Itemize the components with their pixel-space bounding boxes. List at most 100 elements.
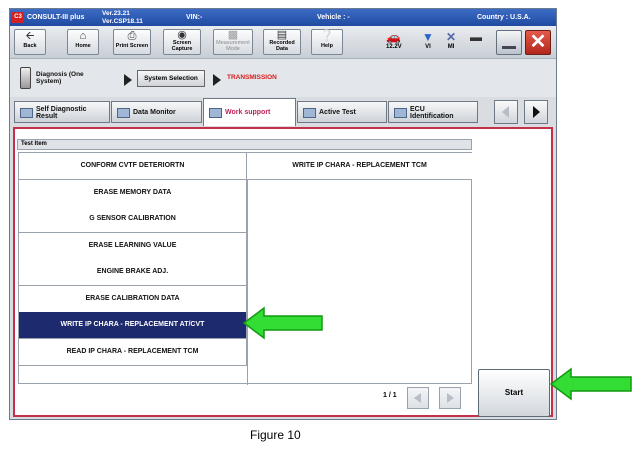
recorded-label-2: Data: [276, 46, 288, 52]
minimize-button[interactable]: [496, 30, 522, 55]
signal-icon: ▼: [422, 30, 434, 44]
tab-self-diagnostic-line-2: Result: [36, 113, 58, 120]
tab-active-test[interactable]: Active Test: [297, 101, 387, 123]
recorded-data-button[interactable]: ▤ Recorded Data: [263, 29, 301, 55]
version-line-1: Ver.23.21: [102, 10, 130, 17]
back-arrow-icon: 🡨: [25, 30, 35, 42]
active-test-icon: [303, 108, 316, 118]
screen-capture-label-2: Capture: [171, 46, 193, 52]
chevron-left-icon: [414, 393, 421, 403]
tab-bar: Self Diagnostic Result Data Monitor Work…: [10, 97, 556, 127]
tab-self-diagnostic-result[interactable]: Self Diagnostic Result: [14, 101, 110, 123]
close-button[interactable]: ✕: [525, 30, 551, 55]
test-item-right-column: WRITE IP CHARA - REPLACEMENT TCM: [247, 153, 472, 385]
start-button[interactable]: Start: [478, 369, 550, 417]
breadcrumb-diagnosis[interactable]: Diagnosis (One System): [36, 71, 84, 85]
breadcrumb-diagnosis-line-2: System): [36, 78, 62, 85]
tab-data-monitor[interactable]: Data Monitor: [111, 101, 202, 123]
tab-work-support-label: Work support: [225, 109, 271, 116]
callout-arrow-icon: [549, 367, 632, 401]
device-status: ▬: [470, 30, 482, 44]
help-button[interactable]: ❔ Help: [311, 29, 343, 55]
test-item-row[interactable]: ERASE CALIBRATION DATA: [19, 285, 247, 313]
mi-disconnected-icon: ✕: [446, 30, 457, 44]
tab-ecu-identification-label: ECU Identification: [410, 106, 454, 120]
tab-self-diagnostic-line-1: Self Diagnostic: [36, 106, 87, 113]
vi-status: ▼ VI: [422, 30, 434, 50]
close-icon: ✕: [529, 31, 547, 53]
recorded-data-icon: ▤: [276, 29, 288, 41]
breadcrumb-arrow-icon: [213, 74, 221, 86]
screen-capture-button[interactable]: ◉ Screen Capture: [163, 29, 201, 55]
vin-label: VIN:-: [186, 14, 203, 21]
print-screen-label: Print Screen: [115, 43, 149, 49]
camera-icon: ◉: [177, 29, 187, 41]
tab-ecu-identification-line-1: ECU: [410, 106, 425, 113]
battery-status: 🚗 12.2V: [386, 30, 402, 50]
breadcrumb-current: TRANSMISSION: [227, 74, 277, 81]
chevron-left-icon: [502, 106, 509, 118]
test-item-grid: CONFORM CVTF DETERIORTN ERASE MEMORY DATA…: [18, 152, 472, 385]
chevron-right-icon: [447, 393, 454, 403]
work-support-panel: Test Item CONFORM CVTF DETERIORTN ERASE M…: [13, 127, 553, 417]
test-item-row[interactable]: ENGINE BRAKE ADJ.: [19, 259, 247, 286]
data-monitor-icon: [117, 108, 130, 118]
column-divider: [247, 179, 248, 385]
back-button[interactable]: 🡨 Back: [14, 29, 46, 55]
callout-arrow-icon: [242, 306, 323, 340]
consult-window: C3 CONSULT-III plus Ver.23.21 Ver.CSP18.…: [9, 8, 557, 420]
measurement-icon: ▩: [227, 29, 239, 41]
test-item-row[interactable]: READ IP CHARA - REPLACEMENT TCM: [19, 338, 247, 366]
tab-data-monitor-label: Data Monitor: [133, 109, 176, 116]
tab-self-diagnostic-label: Self Diagnostic Result: [36, 106, 87, 120]
help-label: Help: [321, 43, 333, 49]
test-item-row[interactable]: WRITE IP CHARA - REPLACEMENT TCM: [247, 153, 472, 180]
test-item-row[interactable]: CONFORM CVTF DETERIORTN: [19, 153, 247, 180]
app-name: CONSULT-III plus: [27, 14, 85, 21]
ecu-identification-icon: [394, 108, 407, 118]
tab-scroll-left-button[interactable]: [494, 100, 518, 124]
vi-device-icon: [20, 67, 31, 89]
mi-label: MI: [447, 44, 455, 50]
test-item-row[interactable]: G SENSOR CALIBRATION: [19, 206, 247, 233]
country-label: Country : U.S.A.: [477, 14, 531, 21]
chevron-right-icon: [533, 106, 540, 118]
car-icon: 🚗: [386, 30, 402, 44]
tab-scroll-right-button[interactable]: [524, 100, 548, 124]
minimize-icon: [502, 46, 516, 49]
device-icon: ▬: [470, 30, 482, 44]
mi-status: ✕ MI: [446, 30, 456, 50]
figure-caption: Figure 10: [250, 428, 301, 442]
title-bar: C3 CONSULT-III plus Ver.23.21 Ver.CSP18.…: [10, 9, 556, 26]
test-item-row[interactable]: ERASE LEARNING VALUE: [19, 232, 247, 260]
work-support-icon: [209, 108, 222, 118]
test-item-header: Test Item: [17, 139, 472, 150]
tab-work-support[interactable]: Work support: [203, 98, 296, 126]
voltage-label: 12.2V: [386, 44, 402, 50]
test-item-row[interactable]: ERASE MEMORY DATA: [19, 179, 247, 207]
home-icon: ⌂: [79, 30, 87, 42]
tab-ecu-identification-line-2: Identification: [410, 113, 454, 120]
printer-icon: ⎙: [127, 30, 137, 42]
vehicle-label: Vehicle : -: [317, 14, 350, 21]
breadcrumb: Diagnosis (One System) System Selection …: [10, 58, 556, 97]
toolbar: 🡨 Back ⌂ Home ⎙ Print Screen ◉ Screen Ca…: [10, 26, 556, 58]
breadcrumb-arrow-icon: [124, 74, 132, 86]
test-item-row[interactable]: WRITE IP CHARA - REPLACEMENT AT/CVT: [19, 312, 247, 339]
measurement-mode-button[interactable]: ▩ Measurement Mode: [213, 29, 253, 55]
back-label: Back: [23, 43, 37, 49]
page-next-button[interactable]: [439, 387, 461, 409]
page-indicator: 1 / 1: [383, 392, 397, 399]
home-button[interactable]: ⌂ Home: [67, 29, 99, 55]
self-diagnostic-icon: [20, 108, 33, 118]
version-info: Ver.23.21 Ver.CSP18.11: [102, 10, 143, 25]
help-icon: ❔: [320, 30, 334, 42]
page-prev-button[interactable]: [407, 387, 429, 409]
breadcrumb-diagnosis-line-1: Diagnosis (One: [36, 71, 84, 78]
print-screen-button[interactable]: ⎙ Print Screen: [113, 29, 151, 55]
tab-ecu-identification[interactable]: ECU Identification: [388, 101, 478, 123]
vi-label: VI: [425, 44, 431, 50]
home-label: Home: [75, 43, 91, 49]
version-line-2: Ver.CSP18.11: [102, 17, 143, 25]
breadcrumb-system-selection[interactable]: System Selection: [137, 70, 205, 87]
